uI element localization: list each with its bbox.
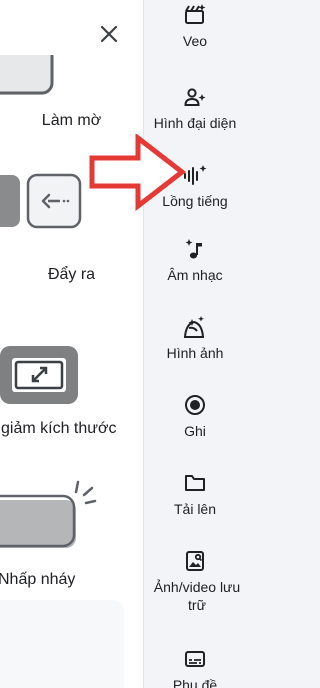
rail-item-avatar[interactable]: Hình đại diện	[144, 84, 246, 132]
subtitles-icon	[185, 651, 205, 667]
effect-shrink-label: giảm kích thước	[1, 420, 117, 437]
rail-label-music: Âm nhạc	[167, 267, 223, 283]
push-out-thumbnail	[0, 173, 82, 229]
image-sparkle-icon	[183, 316, 205, 338]
blur-thumbnail	[0, 55, 54, 95]
stock-media-icon	[186, 551, 204, 571]
effect-blur-label: Làm mờ	[41, 112, 102, 129]
effect-flash[interactable]: Nhấp nháy	[0, 470, 143, 600]
flash-thumbnail	[0, 480, 97, 548]
bottom-card	[0, 600, 124, 688]
annotation-arrow-icon	[89, 134, 187, 212]
effect-blur[interactable]: Làm mờ	[0, 0, 143, 140]
music-note-sparkle-icon	[185, 239, 202, 259]
effect-shrink[interactable]: giảm kích thước	[0, 340, 143, 450]
rail-label-upload: Tải lên	[173, 501, 217, 517]
rail-item-subtitles[interactable]: Phụ đề	[144, 646, 246, 688]
rail-item-record[interactable]: Ghi	[144, 392, 246, 440]
folder-icon	[185, 475, 205, 491]
effects-panel: Làm mờ Đẩy ra giảm kích thước Nhấp nháy	[0, 0, 144, 688]
video-sparkle-icon	[185, 4, 206, 24]
avatar-sparkle-icon	[184, 88, 206, 106]
rail-label-record: Ghi	[184, 423, 206, 439]
shrink-thumbnail	[0, 346, 78, 404]
rail-label-image: Hình ảnh	[166, 345, 224, 361]
effect-push-out-label: Đẩy ra	[47, 266, 96, 283]
effect-flash-label: Nhấp nháy	[0, 571, 76, 588]
rail-label-avatar: Hình đại diện	[153, 115, 237, 131]
rail-item-upload[interactable]: Tải lên	[144, 470, 246, 518]
rail-label-veo: Veo	[182, 33, 208, 49]
tool-rail: Veo Hình đại diện Lồng tiếng Âm nhạc Hìn…	[144, 0, 246, 688]
rail-item-image[interactable]: Hình ảnh	[144, 314, 246, 362]
rail-label-subtitles: Phụ đề	[172, 677, 218, 688]
rail-item-veo[interactable]: Veo	[144, 2, 246, 50]
rail-item-stock-media[interactable]: Ảnh/video lưu trữ	[144, 548, 246, 614]
rail-label-stock-media: Ảnh/video lưu trữ	[153, 579, 241, 613]
record-icon	[185, 395, 205, 415]
rail-item-music[interactable]: Âm nhạc	[144, 236, 246, 284]
